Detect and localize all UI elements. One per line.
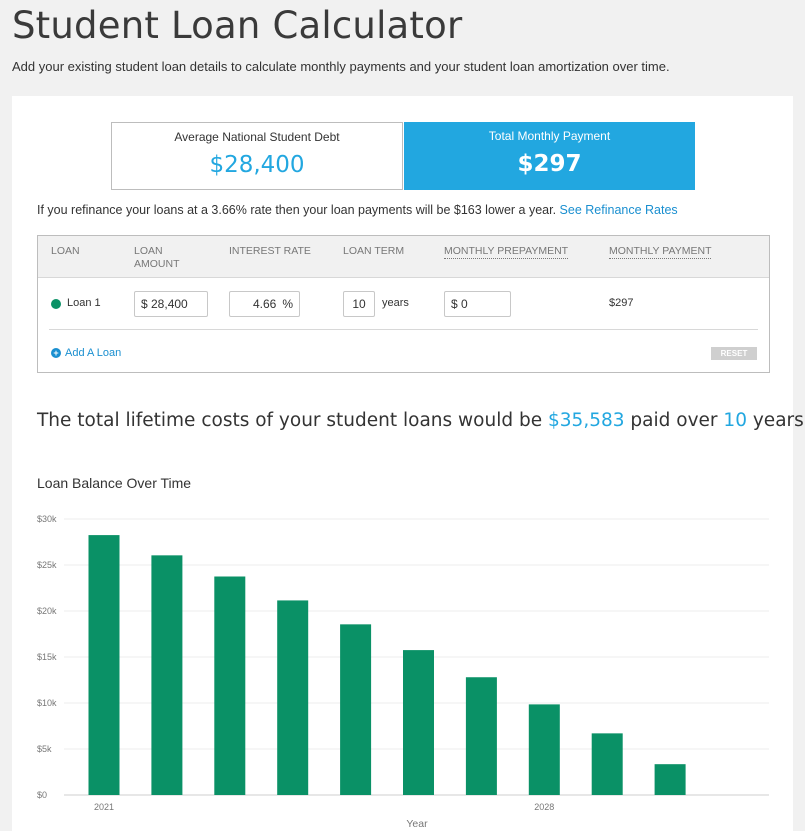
add-loan-label: Add A Loan — [65, 347, 122, 359]
header-loan: LOAN — [51, 245, 80, 257]
loan-row: Loan 1 $ 28,400 4.66 % 10 years $ 0 $297 — [38, 278, 769, 330]
interest-rate-input[interactable]: 4.66 % — [229, 291, 300, 317]
loan-amount-input[interactable]: $ 28,400 — [134, 291, 208, 317]
loan-term-input[interactable]: 10 — [343, 291, 375, 317]
y-tick-label: $25k — [37, 560, 57, 570]
header-monthly-prepayment[interactable]: MONTHLY PREPAYMENT — [444, 245, 569, 259]
y-tick-label: $20k — [37, 606, 57, 616]
plus-circle-icon: + — [51, 348, 61, 358]
header-monthly-payment-text: MONTHLY PAYMENT — [609, 245, 712, 259]
monthly-payment-box: Total Monthly Payment $297 — [404, 122, 695, 190]
loan-table: LOAN LOAN AMOUNT INTEREST RATE LOAN TERM… — [37, 235, 770, 373]
add-loan-button[interactable]: + Add A Loan — [51, 347, 121, 359]
lifetime-prefix: The total lifetime costs of your student… — [37, 410, 543, 431]
bar-2023 — [214, 576, 246, 795]
monthly-payment-cell: $297 — [609, 297, 634, 309]
loan-balance-chart: $0 $5k $10k $15k $20k $25k $30k 2021 2028 Year — [37, 514, 769, 830]
bar-2021 — [88, 535, 120, 795]
lifetime-cost-summary: The total lifetime costs of your student… — [37, 410, 805, 431]
header-loan-term: LOAN TERM — [343, 245, 405, 257]
y-tick-label: $0 — [37, 790, 47, 800]
lifetime-years: 10 — [723, 410, 747, 431]
loan-term-value: 10 — [352, 297, 366, 311]
average-debt-label: Average National Student Debt — [174, 130, 340, 144]
loan-color-dot — [51, 299, 61, 309]
x-tick-label: 2028 — [534, 802, 554, 812]
interest-rate-unit: % — [282, 297, 293, 311]
refinance-message: If you refinance your loans at a 3.66% r… — [37, 203, 678, 217]
monthly-prepayment-value: $ 0 — [451, 297, 468, 311]
loan-name: Loan 1 — [67, 297, 101, 309]
header-monthly-prepayment-text: MONTHLY PREPAYMENT — [444, 245, 569, 259]
bar-2028 — [528, 704, 560, 795]
refinance-text: If you refinance your loans at a 3.66% r… — [37, 203, 557, 217]
bar-2026 — [403, 650, 434, 795]
lifetime-suffix: years. — [752, 410, 805, 431]
bar-2030 — [654, 764, 686, 795]
lifetime-middle: paid over — [630, 410, 718, 431]
y-tick-label: $5k — [37, 744, 52, 754]
bar-2022 — [151, 555, 183, 795]
loan-amount-value: $ 28,400 — [141, 297, 188, 311]
bar-2027 — [465, 677, 497, 795]
monthly-payment-label: Total Monthly Payment — [488, 129, 611, 143]
row-divider — [49, 329, 758, 330]
x-axis-label: Year — [406, 818, 428, 830]
average-debt-value: $28,400 — [209, 152, 305, 178]
lifetime-amount: $35,583 — [548, 410, 625, 431]
header-loan-amount-line1: LOAN — [134, 245, 163, 257]
x-tick-label: 2021 — [94, 802, 114, 812]
bar-2024 — [277, 600, 309, 795]
average-debt-box: Average National Student Debt $28,400 — [111, 122, 403, 190]
header-monthly-payment[interactable]: MONTHLY PAYMENT — [609, 245, 712, 259]
see-refinance-rates-link[interactable]: See Refinance Rates — [560, 203, 678, 217]
monthly-payment-value: $297 — [517, 151, 582, 177]
header-loan-amount-line2: AMOUNT — [134, 258, 180, 270]
interest-rate-value: 4.66 — [252, 297, 277, 311]
header-loan-amount: LOAN AMOUNT — [134, 245, 180, 271]
y-tick-label: $30k — [37, 514, 57, 524]
page-subtitle: Add your existing student loan details t… — [12, 59, 670, 74]
bar-2029 — [591, 733, 623, 795]
calculator-card: Average National Student Debt $28,400 To… — [12, 96, 805, 831]
y-tick-label: $10k — [37, 698, 57, 708]
page-title: Student Loan Calculator — [12, 4, 463, 47]
chart-title: Loan Balance Over Time — [37, 475, 192, 491]
loan-term-unit: years — [382, 297, 409, 309]
y-tick-label: $15k — [37, 652, 57, 662]
monthly-prepayment-input[interactable]: $ 0 — [444, 291, 511, 317]
reset-button[interactable]: RESET — [711, 347, 757, 360]
bar-2025 — [340, 624, 372, 795]
header-interest-rate: INTEREST RATE — [229, 245, 311, 257]
loan-table-header: LOAN LOAN AMOUNT INTEREST RATE LOAN TERM… — [38, 236, 769, 278]
